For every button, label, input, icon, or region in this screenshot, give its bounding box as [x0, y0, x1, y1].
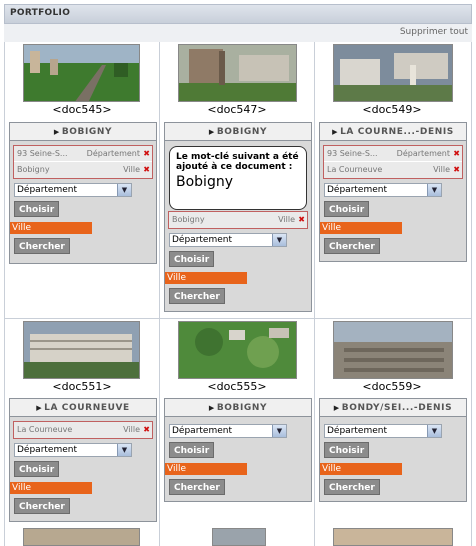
search-button[interactable]: Chercher	[14, 238, 70, 254]
keyword-panel-header[interactable]: ▶ BOBIGNY	[165, 399, 311, 417]
tooltip-keyword: Bobigny	[176, 174, 233, 190]
list-item: Bobigny Ville ✖	[169, 212, 307, 228]
thumbnail-doc547[interactable]	[178, 44, 297, 102]
search-button[interactable]: Chercher	[14, 498, 70, 514]
expand-icon[interactable]: ▶	[209, 123, 215, 140]
chevron-down-icon[interactable]: ▼	[272, 425, 286, 437]
keyword-title: BOBIGNY	[216, 403, 268, 413]
list-item: La Courneuve Ville ✖	[324, 162, 462, 178]
keyword-added-tooltip: Le mot-clé suivant a été ajouté à ce doc…	[169, 146, 307, 210]
keyword-title: BONDY/SEI...-DENIS	[341, 403, 453, 413]
doc-name[interactable]: <doc549>	[342, 103, 442, 116]
choose-button[interactable]: Choisir	[324, 442, 370, 458]
keyword-title: LA COURNE...-DENIS	[340, 127, 454, 137]
keyword-panel-header[interactable]: ▶ LA COURNE...-DENIS	[320, 123, 466, 141]
keyword-panel: ▶ LA COURNEUVE La Courneuve Ville ✖ Départe…	[9, 398, 157, 522]
keyword-panel-header[interactable]: ▶ BONDY/SEI...-DENIS	[320, 399, 466, 417]
doc-name[interactable]: <doc545>	[32, 103, 132, 116]
keyword-panel-header[interactable]: ▶ BOBIGNY	[165, 123, 311, 141]
keyword-title: LA COURNEUVE	[44, 403, 130, 413]
type-select[interactable]: Département ▼	[169, 233, 287, 247]
type-select[interactable]: Département ▼	[14, 183, 132, 197]
thumbnail-doc555[interactable]	[178, 321, 297, 379]
remove-icon[interactable]: ✖	[453, 146, 460, 161]
keyword-panel: ▶ BOBIGNY Département ▼ Choisir Ville Cher…	[164, 398, 312, 502]
ville-input[interactable]: Ville	[10, 222, 92, 234]
doc-name[interactable]: <doc555>	[187, 380, 287, 393]
doc-name[interactable]: <doc547>	[187, 103, 287, 116]
list-item: 93 Seine-S... Département ✖	[14, 146, 152, 162]
expand-icon[interactable]: ▶	[334, 399, 340, 416]
tooltip-message: Le mot-clé suivant a été ajouté à ce doc…	[176, 152, 299, 172]
search-button[interactable]: Chercher	[169, 288, 225, 304]
search-button[interactable]: Chercher	[324, 238, 380, 254]
thumbnail-doc549[interactable]	[333, 44, 453, 102]
type-select[interactable]: Département ▼	[324, 183, 442, 197]
thumbnail-doc551[interactable]	[23, 321, 140, 379]
type-select[interactable]: Département ▼	[169, 424, 287, 438]
choose-button[interactable]: Choisir	[169, 251, 215, 267]
doc-name[interactable]: <doc559>	[342, 380, 442, 393]
portfolio-titlebar: PORTFOLIO	[4, 4, 472, 24]
expand-icon[interactable]: ▶	[54, 123, 60, 140]
list-item: 93 Seine-S... Département ✖	[324, 146, 462, 162]
remove-icon[interactable]: ✖	[143, 422, 150, 437]
thumbnail-partial[interactable]	[23, 528, 140, 546]
remove-icon[interactable]: ✖	[143, 146, 150, 161]
list-item: La Courneuve Ville ✖	[14, 422, 152, 438]
search-button[interactable]: Chercher	[169, 479, 225, 495]
keyword-list: 93 Seine-S... Département ✖ Bobigny Ville ✖	[13, 145, 153, 179]
choose-button[interactable]: Choisir	[14, 201, 60, 217]
keyword-panel: ▶ BOBIGNY 93 Seine-S... Département ✖ Bobig…	[9, 122, 157, 264]
chevron-down-icon[interactable]: ▼	[427, 425, 441, 437]
remove-icon[interactable]: ✖	[453, 162, 460, 177]
choose-button[interactable]: Choisir	[14, 461, 60, 477]
remove-icon[interactable]: ✖	[298, 212, 305, 227]
portfolio-grid: <doc545> <doc547> <doc549> ▶ BOBIGNY 93 S…	[4, 42, 472, 546]
choose-button[interactable]: Choisir	[169, 442, 215, 458]
page-title: PORTFOLIO	[10, 8, 71, 18]
keyword-list: Bobigny Ville ✖	[168, 211, 308, 229]
ville-input[interactable]: Ville	[10, 482, 92, 494]
toolbar: Supprimer tout	[4, 24, 472, 42]
thumbnail-doc545[interactable]	[23, 44, 140, 102]
search-button[interactable]: Chercher	[324, 479, 380, 495]
ville-input[interactable]: Ville	[320, 222, 402, 234]
keyword-panel: ▶ LA COURNE...-DENIS 93 Seine-S... Départe…	[319, 122, 467, 262]
expand-icon[interactable]: ▶	[209, 399, 215, 416]
thumbnail-partial[interactable]	[333, 528, 453, 546]
expand-icon[interactable]: ▶	[332, 123, 338, 140]
remove-icon[interactable]: ✖	[143, 162, 150, 177]
type-select[interactable]: Département ▼	[324, 424, 442, 438]
keyword-panel: ▶ BONDY/SEI...-DENIS Département ▼ Choisir…	[319, 398, 467, 502]
keyword-list: La Courneuve Ville ✖	[13, 421, 153, 439]
delete-all-link[interactable]: Supprimer tout	[400, 27, 468, 37]
expand-icon[interactable]: ▶	[36, 399, 42, 416]
ville-input[interactable]: Ville	[320, 463, 402, 475]
choose-button[interactable]: Choisir	[324, 201, 370, 217]
keyword-title: BOBIGNY	[216, 127, 268, 137]
doc-name[interactable]: <doc551>	[32, 380, 132, 393]
keyword-panel-header[interactable]: ▶ LA COURNEUVE	[10, 399, 156, 417]
chevron-down-icon[interactable]: ▼	[117, 184, 131, 196]
thumbnail-doc559[interactable]	[333, 321, 453, 379]
list-item: Bobigny Ville ✖	[14, 162, 152, 178]
keyword-title: BOBIGNY	[61, 127, 113, 137]
chevron-down-icon[interactable]: ▼	[272, 234, 286, 246]
thumbnail-partial[interactable]	[212, 528, 266, 546]
chevron-down-icon[interactable]: ▼	[427, 184, 441, 196]
keyword-list: 93 Seine-S... Département ✖ La Courneuve Vi…	[323, 145, 463, 179]
type-select[interactable]: Département ▼	[14, 443, 132, 457]
ville-input[interactable]: Ville	[165, 463, 247, 475]
keyword-panel-header[interactable]: ▶ BOBIGNY	[10, 123, 156, 141]
chevron-down-icon[interactable]: ▼	[117, 444, 131, 456]
ville-input[interactable]: Ville	[165, 272, 247, 284]
